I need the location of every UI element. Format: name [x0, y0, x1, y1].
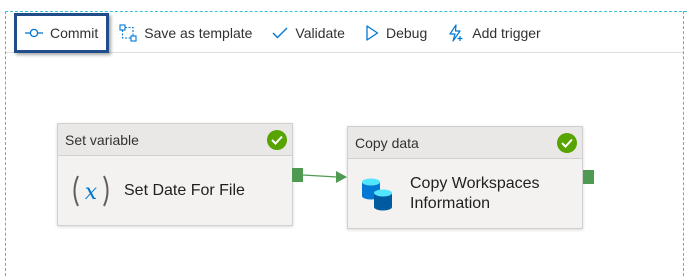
add-trigger-label: Add trigger [472, 25, 541, 41]
activity-name: Copy Workspaces Information [410, 174, 540, 212]
svg-text:x: x [85, 180, 98, 205]
commit-button[interactable]: Commit [14, 13, 110, 53]
activity-copy-data[interactable]: Copy data Copy Workspaces Information [347, 126, 583, 229]
activity-connector [303, 171, 347, 183]
activity-type-label: Copy data [355, 134, 419, 151]
validate-label: Validate [295, 25, 345, 41]
output-port[interactable] [583, 170, 594, 184]
database-icon [360, 176, 396, 212]
activity-header: Set variable [58, 124, 292, 156]
checkmark-icon [272, 26, 288, 40]
activity-header: Copy data [348, 127, 582, 159]
pipeline-toolbar: Commit Save as template Validate Debug A… [6, 13, 683, 53]
commit-label: Commit [50, 25, 99, 41]
success-check-icon [557, 132, 577, 153]
activity-body: Copy Workspaces Information [348, 159, 582, 228]
canvas-frame-right [683, 11, 684, 276]
commit-icon [25, 28, 43, 38]
validate-button[interactable]: Validate [272, 18, 345, 48]
output-port[interactable] [292, 168, 303, 182]
lightning-icon [447, 24, 465, 42]
activity-body: x Set Date For File [58, 156, 292, 225]
activity-type-label: Set variable [65, 131, 139, 148]
success-check-icon [267, 129, 287, 150]
activity-name: Set Date For File [124, 181, 245, 199]
save-as-template-label: Save as template [144, 25, 253, 41]
save-as-template-button[interactable]: Save as template [119, 18, 252, 48]
play-icon [365, 25, 379, 41]
template-icon [119, 24, 137, 42]
activity-set-variable[interactable]: Set variable x Set Date For File [57, 123, 293, 226]
canvas-frame-top [5, 11, 687, 12]
add-trigger-button[interactable]: Add trigger [447, 18, 541, 48]
variable-icon: x [70, 174, 112, 208]
debug-button[interactable]: Debug [365, 18, 427, 48]
debug-label: Debug [385, 25, 428, 41]
